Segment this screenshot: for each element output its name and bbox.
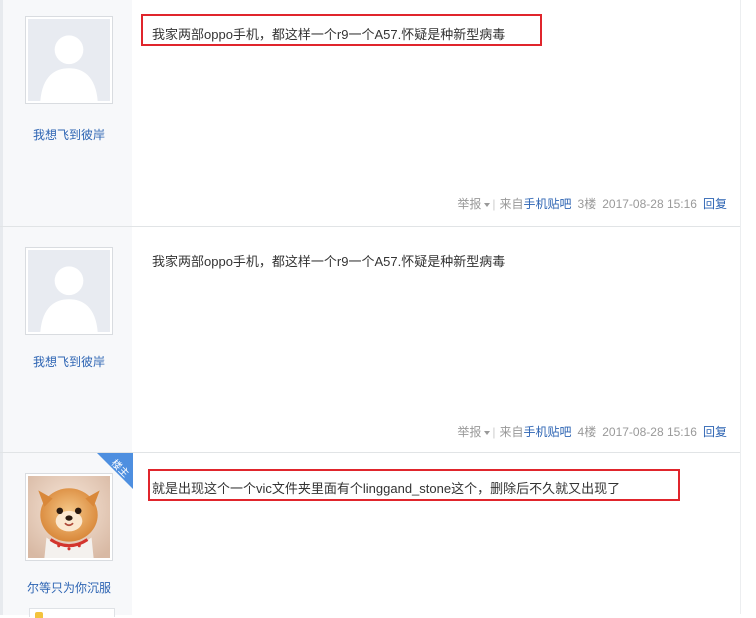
divider: |	[492, 425, 496, 439]
floor-number: 4楼	[577, 425, 597, 439]
reply-button[interactable]: 回复	[703, 425, 727, 439]
author-panel: 我想飞到彼岸	[0, 0, 132, 226]
post-content: 我家两部oppo手机，都这样一个r9一个A57.怀疑是种新型病毒	[152, 254, 506, 269]
post-date: 2017-08-28 15:16	[602, 197, 697, 211]
username-link[interactable]: 我想飞到彼岸	[6, 126, 132, 143]
chevron-down-icon	[484, 430, 491, 435]
highlight-box	[148, 469, 680, 501]
reply-button[interactable]: 回复	[703, 197, 727, 211]
report-button[interactable]: 举报	[457, 425, 491, 439]
author-panel: 我想飞到彼岸	[0, 227, 132, 453]
avatar[interactable]	[25, 16, 113, 104]
source-prefix: 来自	[499, 425, 524, 439]
username-link[interactable]: 尔等只为你沉服	[6, 579, 132, 596]
source-prefix: 来自	[499, 197, 524, 211]
post-op: 尔等只为你沉服 楼主 就是出现这个一个vic文件夹里面有个linggand_st…	[0, 452, 741, 618]
highlight-box	[141, 14, 542, 46]
username-link[interactable]: 我想飞到彼岸	[6, 353, 132, 370]
post-meta: 举报 | 来自手机贴吧 3楼 2017-08-28 15:16 回复	[457, 195, 727, 212]
post-floor-3: 我想飞到彼岸 我家两部oppo手机，都这样一个r9一个A57.怀疑是种新型病毒 …	[0, 0, 741, 226]
source-link[interactable]: 手机贴吧	[524, 425, 572, 439]
divider: |	[492, 197, 496, 211]
op-badge: 楼主	[97, 453, 133, 489]
scrollbar[interactable]	[740, 0, 756, 614]
source-link[interactable]: 手机贴吧	[524, 197, 572, 211]
level-badge	[29, 608, 115, 618]
default-avatar-icon	[28, 19, 110, 101]
floor-number: 3楼	[577, 197, 597, 211]
report-button[interactable]: 举报	[457, 197, 491, 211]
medal-icon	[35, 612, 43, 618]
default-avatar-icon	[28, 250, 110, 332]
avatar[interactable]	[25, 247, 113, 335]
chevron-down-icon	[484, 202, 491, 207]
post-date: 2017-08-28 15:16	[602, 425, 697, 439]
post-floor-4: 我想飞到彼岸 我家两部oppo手机，都这样一个r9一个A57.怀疑是种新型病毒 …	[0, 226, 741, 453]
post-meta: 举报 | 来自手机贴吧 4楼 2017-08-28 15:16 回复	[457, 423, 727, 440]
